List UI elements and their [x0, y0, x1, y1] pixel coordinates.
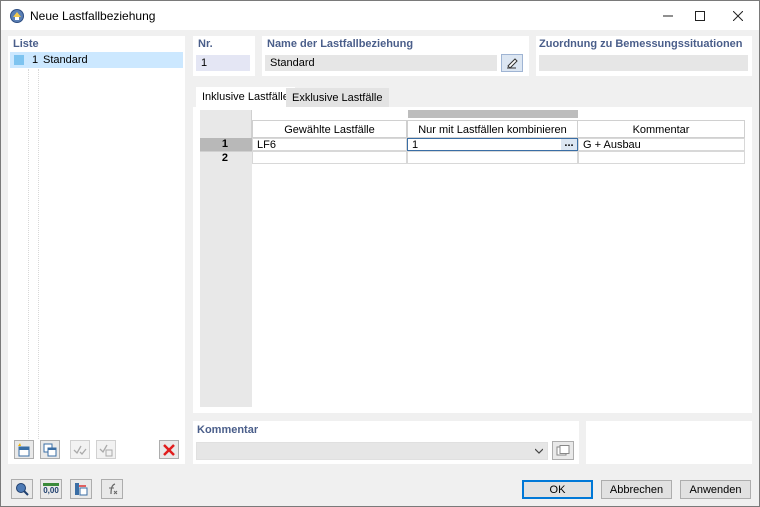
column-group-header	[408, 110, 578, 118]
units-button[interactable]: 0,00	[40, 479, 62, 499]
copy-item-icon	[43, 443, 57, 456]
edit-name-button[interactable]	[501, 54, 523, 72]
edit-icon	[507, 58, 518, 69]
grid-cell-kombinieren[interactable]	[407, 151, 578, 164]
close-icon	[733, 10, 743, 21]
tab-exklusive-lastfaelle[interactable]: Exklusive Lastfälle	[286, 88, 389, 108]
comment-label: Kommentar	[197, 424, 259, 436]
row-number[interactable]: 2	[200, 151, 252, 164]
formula-icon	[109, 483, 118, 495]
check-items-icon	[73, 445, 87, 455]
list-item-nr: 1	[32, 54, 39, 66]
grid-cell-lastfaelle[interactable]: LF6	[252, 138, 407, 151]
formula-button[interactable]	[101, 479, 123, 499]
list-item[interactable]: 1 Standard	[10, 52, 183, 68]
check-items-button[interactable]	[70, 440, 90, 459]
title-bar: Neue Lastfallbeziehung	[1, 1, 759, 30]
name-field[interactable]: Standard	[265, 55, 497, 71]
ellipsis-button[interactable]: ...	[561, 138, 577, 150]
structure-icon	[75, 483, 88, 496]
new-item-icon	[18, 442, 30, 456]
uncheck-items-button[interactable]	[96, 440, 116, 459]
delete-item-button[interactable]	[159, 440, 179, 459]
comment-select[interactable]	[196, 442, 548, 460]
display-settings-button[interactable]	[70, 479, 92, 499]
column-header-kommentar[interactable]: Kommentar	[577, 120, 745, 138]
search-icon	[16, 483, 29, 496]
nr-panel: Nr. 1	[193, 36, 255, 76]
new-item-button[interactable]	[14, 440, 34, 459]
tab-inklusive-lastfaelle[interactable]: Inklusive Lastfälle	[196, 87, 295, 108]
comment-panel: Kommentar	[193, 421, 579, 464]
close-button[interactable]	[715, 1, 760, 30]
minimize-icon	[663, 15, 673, 16]
delete-icon	[163, 443, 175, 456]
name-panel: Name der Lastfallbeziehung Standard	[262, 36, 529, 76]
cancel-button[interactable]: Abbrechen	[601, 480, 672, 499]
nr-label: Nr.	[198, 38, 213, 50]
comment-library-button[interactable]	[552, 441, 574, 460]
name-label: Name der Lastfallbeziehung	[267, 38, 414, 50]
grid-cell-kombinieren-selected[interactable]: 1 ...	[407, 138, 578, 151]
dialog-window: Neue Lastfallbeziehung Liste 1 Standard	[0, 0, 760, 507]
uncheck-items-icon	[99, 444, 113, 456]
grid-cell-kommentar[interactable]	[578, 151, 745, 164]
window-title: Neue Lastfallbeziehung	[30, 9, 156, 23]
list-label: Liste	[13, 38, 39, 50]
copy-item-button[interactable]	[40, 440, 60, 459]
assignment-label: Zuordnung zu Bemessungssituationen	[539, 38, 743, 50]
ok-button[interactable]: OK	[522, 480, 593, 499]
list-item-color-swatch	[14, 55, 24, 65]
cell-value: 1	[412, 139, 419, 151]
info-button[interactable]	[11, 479, 33, 499]
maximize-icon	[695, 10, 705, 21]
tree-guide-line	[38, 69, 39, 439]
grid-cell-kommentar[interactable]: G + Ausbau	[578, 138, 745, 151]
assignment-panel: Zuordnung zu Bemessungssituationen	[536, 36, 752, 76]
row-number-column	[200, 138, 252, 407]
chevron-down-icon	[535, 448, 543, 454]
nr-field[interactable]: 1	[196, 55, 250, 71]
list-item-name: Standard	[43, 54, 88, 66]
preview-panel	[586, 421, 752, 464]
grid-area: Gewählte Lastfälle Nur mit Lastfällen ko…	[200, 110, 745, 407]
apply-button[interactable]: Anwenden	[680, 480, 751, 499]
column-header-gewaehlte-lastfaelle[interactable]: Gewählte Lastfälle	[252, 120, 407, 138]
tree-guide-line	[28, 69, 29, 439]
library-icon	[556, 444, 570, 455]
units-icon: 0,00	[43, 483, 59, 495]
grid-cell-lastfaelle[interactable]	[252, 151, 407, 164]
grid-body	[252, 138, 745, 407]
app-icon	[10, 9, 24, 23]
tab-content-panel: Gewählte Lastfälle Nur mit Lastfällen ko…	[193, 107, 752, 413]
assignment-field	[539, 55, 748, 71]
list-panel: Liste 1 Standard	[8, 36, 185, 464]
row-number[interactable]: 1	[200, 138, 252, 151]
grid-corner	[200, 110, 252, 138]
column-header-nur-mit-lastfaellen[interactable]: Nur mit Lastfällen kombinieren	[407, 120, 578, 138]
